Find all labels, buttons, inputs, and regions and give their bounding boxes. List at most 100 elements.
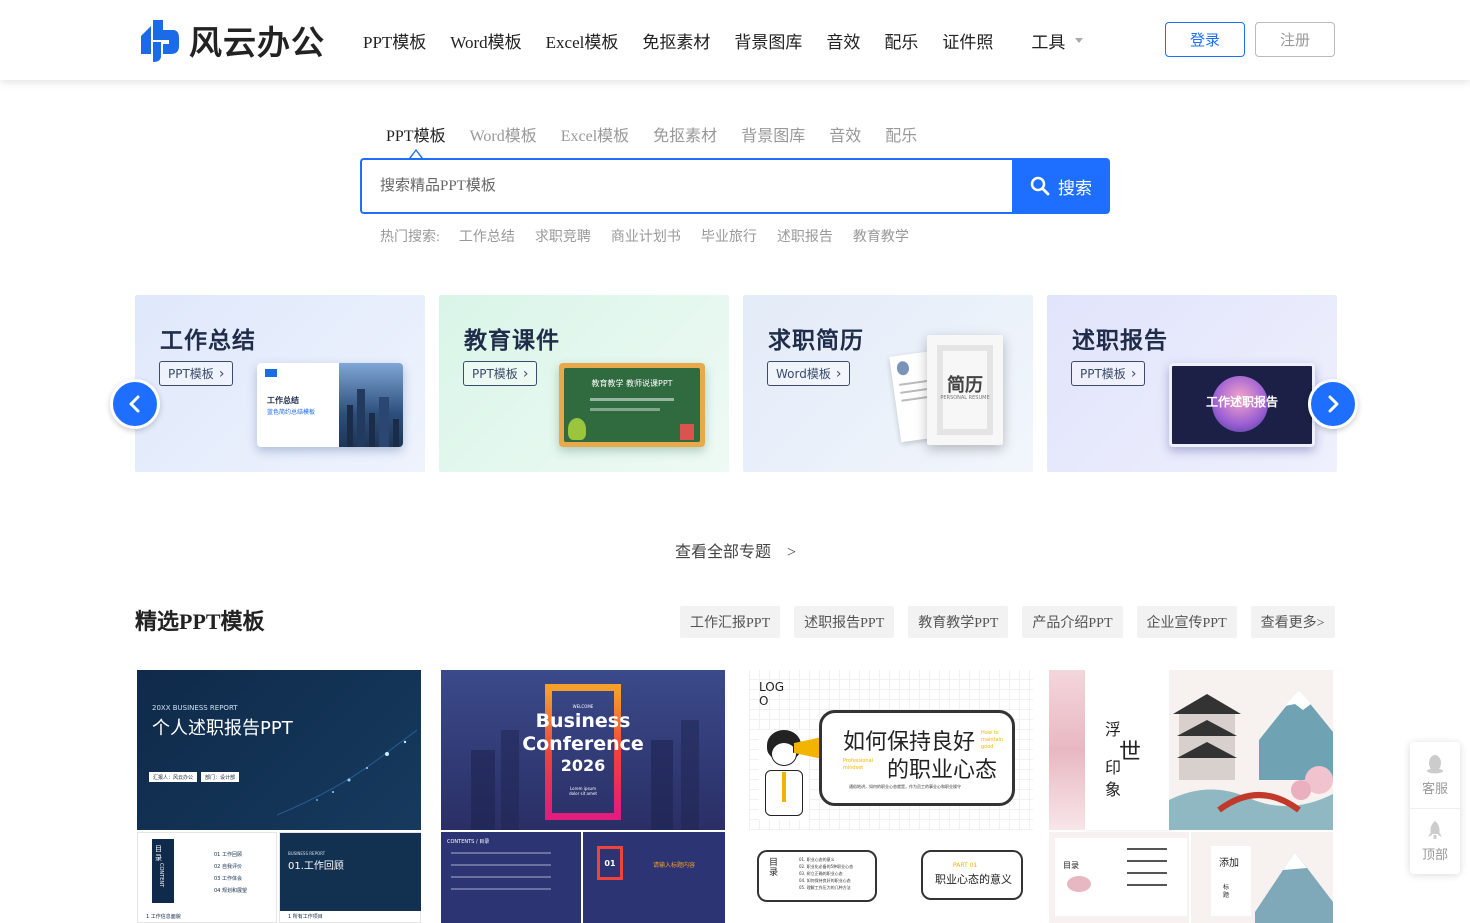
thumb-chalkboard: 教育教学 教师说课PPT [564,368,700,442]
topic-card-tag[interactable]: PPT模板 [159,361,234,386]
template-card-business-conference[interactable]: WELCOME Business Conference 2026 Lorem i… [441,670,725,923]
chip-product-intro[interactable]: 产品介绍PPT [1022,606,1123,638]
site-logo[interactable]: 风云办公 [137,16,325,64]
chip-company-promo[interactable]: 企业宣传PPT [1136,606,1237,638]
thumb-title: 工作述职报告 [1205,395,1278,409]
featured-section-title: 精选PPT模板 [135,609,265,634]
topic-card-work-summary[interactable]: 工作总结 PPT模板 工作总结 蓝色简约总结模板 [135,295,425,472]
search-button-label: 搜索 [1058,178,1092,198]
template-section-title: 请输入标题内容 [653,862,696,869]
template-section-subtitle: 标题 [1223,884,1230,899]
template-title-line1: Business [535,710,631,732]
topic-card-resume[interactable]: 求职简历 Word模板 简历 PERSONAL RESUME [743,295,1033,472]
nav-word[interactable]: Word模板 [450,28,521,53]
template-section-kicker: BUSINESS REPORT [288,851,326,856]
template-cover: WELCOME Business Conference 2026 Lorem i… [441,670,725,830]
template-cover: 浮 世 印 象 [1049,670,1333,830]
topic-card-tag[interactable]: Word模板 [767,361,851,386]
nav-ppt[interactable]: PPT模板 [363,28,426,53]
carousel-next-button[interactable] [1308,379,1358,429]
template-toc-en: CONTENT [158,863,164,888]
search-input[interactable] [362,160,1012,212]
search-tab-cutout[interactable]: 免抠素材 [653,122,717,146]
chevron-right-icon [1328,395,1339,413]
nav-tools-dropdown[interactable]: 工具 [1031,28,1084,53]
template-title-line2: Conference [522,733,644,755]
nav-excel[interactable]: Excel模板 [546,28,619,53]
template-toc-item: 03 工作体会 [214,876,242,882]
template-en-caption: Professional mindset [843,758,874,771]
nav-music[interactable]: 配乐 [884,28,918,53]
main-nav: PPT模板 Word模板 Excel模板 免抠素材 背景图库 音效 配乐 证件照… [363,28,1107,53]
template-toc-item: 04 规划和展望 [214,888,247,894]
thumb-city-photo [339,363,403,447]
search-button[interactable]: 搜索 [1012,158,1110,214]
template-card-duty-report[interactable]: 20XX BUSINESS REPORT 个人述职报告PPT 汇报人：风云办公 … [137,670,421,923]
search-box [360,158,1012,214]
penguin-chat-icon [1427,754,1443,773]
thumb-title: 教育教学 教师说课PPT [591,379,673,388]
chip-work-report[interactable]: 工作汇报PPT [680,606,781,638]
template-title-line2: 的职业心态 [887,758,998,783]
template-toc-page: 目录 [1049,832,1189,923]
search-tab-music[interactable]: 配乐 [885,122,917,146]
template-toc-item: 02 自我评价 [214,864,242,870]
topic-card-title: 工作总结 [160,328,256,354]
thumb-logo-block [265,369,277,377]
nav-sound-effects[interactable]: 音效 [826,28,860,53]
view-all-topics-link[interactable]: 查看全部专题 > [675,538,796,562]
customer-service-button[interactable]: 客服 [1410,742,1460,808]
topic-card-education[interactable]: 教育课件 PPT模板 教育教学 教师说课PPT [439,295,729,472]
logo-text: 风云办公 [189,23,325,62]
template-section-title: 职业心态的意义 [935,873,1012,886]
nav-backgrounds[interactable]: 背景图库 [734,28,802,53]
template-contents-page: CONTENTS / 目录 [441,832,581,923]
chip-duty-report[interactable]: 述职报告PPT [794,606,895,638]
hot-search-item[interactable]: 商业计划书 [611,226,681,246]
thumb-title: 工作总结 [267,396,299,405]
topic-carousel: 工作总结 PPT模板 工作总结 蓝色简约总结模板 教育课件 PPT模板 教育教学… [135,295,1337,472]
cherry-blossom-strip [1049,670,1085,830]
search-tab-word[interactable]: Word模板 [470,122,537,146]
template-contents-label: CONTENTS / 目录 [447,839,490,845]
search-tab-sound-effects[interactable]: 音效 [829,122,861,146]
template-en-caption: How to maintain good [981,730,1004,750]
thumb-subtitle: 蓝色简约总结模板 [267,409,316,416]
hot-searches: 热门搜索: 工作总结 求职竞聘 商业计划书 毕业旅行 述职报告 教育教学 [380,226,929,246]
hot-search-item[interactable]: 教育教学 [853,226,909,246]
topic-card-tag[interactable]: PPT模板 [1071,361,1146,386]
search-tab-ppt[interactable]: PPT模板 [386,122,446,146]
template-card-professional-mindset[interactable]: LOG O 如何保持良好 的职业心态 Professional mindset … [749,670,1033,923]
floating-side-tools: 客服 顶部 [1410,742,1460,874]
search-tab-excel[interactable]: Excel模板 [561,122,629,146]
rocket-icon [1428,821,1442,839]
template-toc-page: 目录 01. 职业心态的意义 02. 职业化必备的5种职业心态 03. 树立正确… [749,832,889,923]
chip-view-more[interactable]: 查看更多> [1250,606,1335,638]
topic-card-tag[interactable]: PPT模板 [463,361,538,386]
register-button[interactable]: 注册 [1255,22,1335,57]
back-to-top-button[interactable]: 顶部 [1410,808,1460,874]
template-section-title: 添加 [1219,858,1239,869]
carousel-prev-button[interactable] [110,379,160,429]
template-toc-label: 目录 [1063,861,1079,870]
top-header: 风云办公 PPT模板 Word模板 Excel模板 免抠素材 背景图库 音效 配… [0,0,1470,80]
hot-search-item[interactable]: 述职报告 [777,226,833,246]
topic-card-report[interactable]: 述职报告 PPT模板 工作述职报告 [1047,295,1337,472]
active-tab-indicator [409,149,423,158]
search-tab-backgrounds[interactable]: 背景图库 [741,122,805,146]
customer-service-label: 客服 [1421,780,1448,796]
template-cover: LOG O 如何保持良好 的职业心态 Professional mindset … [749,670,1033,830]
chip-education[interactable]: 教育教学PPT [908,606,1009,638]
nav-cutout[interactable]: 免抠素材 [642,28,710,53]
hot-search-item[interactable]: 工作总结 [459,226,515,246]
hot-search-item[interactable]: 毕业旅行 [701,226,757,246]
template-toc-item: 01. 职业心态的意义 [799,857,835,862]
template-card-ukiyo-e[interactable]: 浮 世 印 象 目录 添加 标题 [1049,670,1333,923]
login-button[interactable]: 登录 [1165,22,1245,57]
template-footer-text: 1 所有工作项目 [288,914,323,920]
nav-id-photo[interactable]: 证件照 [942,28,993,53]
template-year: 2026 [560,756,606,775]
hot-search-item[interactable]: 求职竞聘 [535,226,591,246]
template-particle-graphic [277,729,417,816]
template-dept-tag: 部门：设计部 [201,772,240,782]
